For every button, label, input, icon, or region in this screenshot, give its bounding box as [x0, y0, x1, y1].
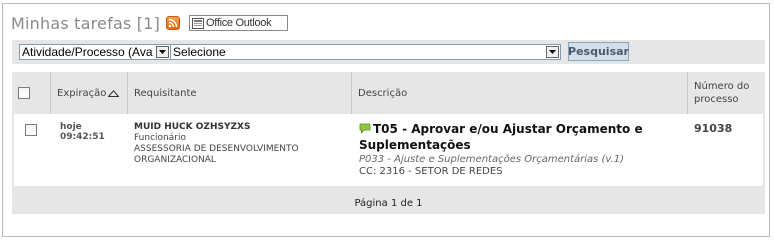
- sort-ascending-icon: [108, 89, 120, 97]
- table-row[interactable]: hoje 09:42:51 MUID HUCK OZHSYZXS Funcion…: [14, 114, 763, 186]
- tasks-table: Expiração Requisitante Descrição Número …: [12, 72, 765, 214]
- speech-bubble-icon: [359, 123, 371, 138]
- outlook-label: Office Outlook: [206, 17, 272, 29]
- requester-cell: MUID HUCK OZHSYZXS Funcionário ASSESSORI…: [134, 122, 334, 166]
- panel-title: Minhas tarefas [1]: [11, 14, 161, 33]
- option-select[interactable]: Selecione: [170, 44, 561, 60]
- task-title-link[interactable]: T05 - Aprovar e/ou Ajustar Orçamento e S…: [359, 122, 679, 153]
- requester-name: MUID HUCK OZHSYZXS: [134, 122, 251, 132]
- activity-process-select-value: Atividade/Processo (Ava: [22, 45, 153, 59]
- header-expiration[interactable]: Expiração: [51, 72, 128, 114]
- table-header: Expiração Requisitante Descrição Número …: [12, 72, 765, 114]
- header-description[interactable]: Descrição: [352, 72, 688, 114]
- search-button[interactable]: Pesquisar: [568, 42, 629, 61]
- requester-department: ASSESSORIA DE DESENVOLVIMENTO ORGANIZACI…: [134, 144, 299, 165]
- task-title: T05 - Aprovar e/ou Ajustar Orçamento e S…: [359, 122, 643, 152]
- requester-role: Funcionário: [134, 133, 186, 143]
- description-cell: T05 - Aprovar e/ou Ajustar Orçamento e S…: [359, 122, 679, 177]
- rss-feed-icon[interactable]: [166, 16, 180, 30]
- process-number[interactable]: 91038: [694, 122, 732, 135]
- header-checkbox-cell: [12, 72, 51, 114]
- chevron-down-icon[interactable]: [546, 46, 559, 58]
- tasks-panel: Minhas tarefas [1] Office Outlook Ativid…: [2, 3, 770, 237]
- activity-process-select[interactable]: Atividade/Processo (Ava: [19, 44, 171, 60]
- header-expiration-label: Expiração: [57, 87, 107, 99]
- expiration-day: hoje: [60, 122, 82, 132]
- cost-center: CC: 2316 - SETOR DE REDES: [359, 166, 503, 177]
- chevron-down-icon[interactable]: [156, 46, 169, 58]
- option-select-value: Selecione: [173, 45, 226, 59]
- outlook-icon: [192, 17, 204, 29]
- header-requester[interactable]: Requisitante: [128, 72, 352, 114]
- header-process-number[interactable]: Número do processo: [688, 72, 765, 114]
- pagination: Página 1 de 1: [354, 197, 423, 209]
- expiration-time: 09:42:51: [60, 132, 105, 142]
- process-name: P033 - Ajuste e Suplementações Orçamentá…: [359, 154, 624, 165]
- header-requester-label: Requisitante: [134, 87, 197, 99]
- header-process-number-label: Número do processo: [694, 81, 750, 105]
- header-description-label: Descrição: [358, 87, 408, 99]
- row-checkbox[interactable]: [25, 124, 37, 136]
- filter-bar: Atividade/Processo (Ava Selecione Pesqui…: [12, 40, 765, 64]
- expiration-cell: hoje 09:42:51: [60, 122, 105, 142]
- office-outlook-button[interactable]: Office Outlook: [189, 15, 288, 31]
- select-all-checkbox[interactable]: [18, 87, 30, 99]
